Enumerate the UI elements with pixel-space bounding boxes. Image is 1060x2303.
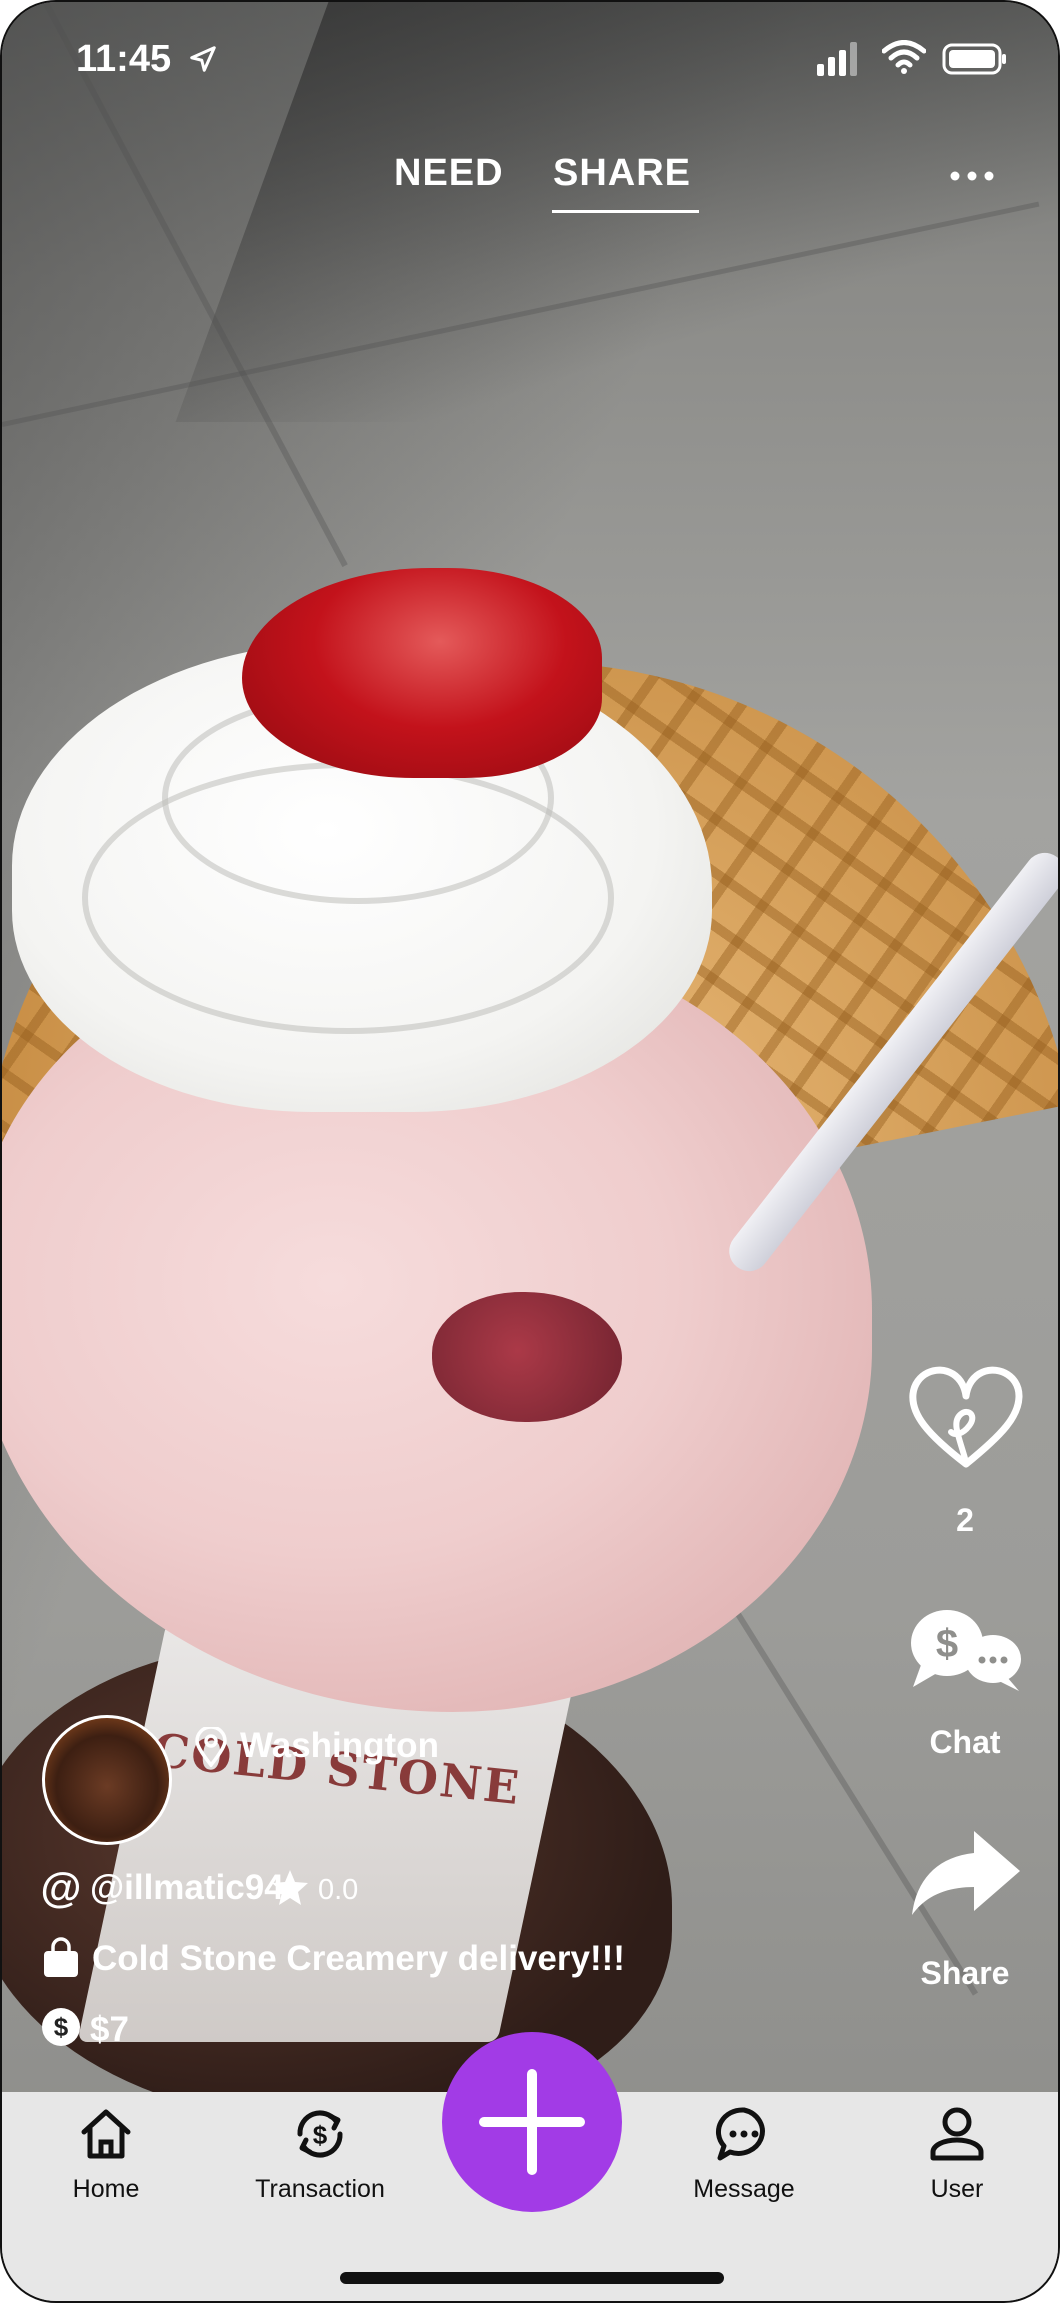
wifi-icon: [882, 40, 926, 74]
message-icon: [715, 2107, 765, 2161]
post-location: Washington: [240, 1726, 439, 1765]
nav-user[interactable]: User: [887, 2104, 1027, 2204]
nav-message[interactable]: Message: [674, 2104, 814, 2204]
transaction-icon: $: [297, 2110, 343, 2158]
location-arrow-icon: [190, 46, 216, 72]
nav-home[interactable]: Home: [36, 2104, 176, 2204]
heart-icon[interactable]: [907, 1362, 1025, 1472]
battery-icon: [942, 43, 1006, 75]
home-indicator[interactable]: [340, 2272, 724, 2284]
svg-text:$: $: [936, 1622, 958, 1666]
more-icon[interactable]: [947, 162, 997, 190]
user-rating: 0.0: [318, 1874, 359, 1906]
like-count: 2: [956, 1502, 974, 1538]
star-icon: [272, 1870, 308, 1905]
cherry-syrup: [242, 568, 602, 778]
svg-text:$: $: [313, 2120, 328, 2150]
active-tab-indicator: [552, 210, 699, 213]
bag-icon: [44, 1937, 78, 1977]
post-price: $7: [90, 2010, 129, 2049]
at-icon: @: [41, 1868, 82, 1910]
add-post-button[interactable]: [442, 2032, 622, 2212]
home-icon: [81, 2109, 131, 2159]
chat-dollar-icon[interactable]: $: [907, 1607, 1025, 1695]
nav-message-label: Message: [693, 2175, 795, 2203]
nav-home-label: Home: [72, 2175, 140, 2203]
nav-transaction[interactable]: $ Transaction: [250, 2104, 390, 2204]
chat-label[interactable]: Chat: [905, 1724, 1025, 1761]
share-label[interactable]: Share: [905, 1955, 1025, 1992]
post-username[interactable]: @illmatic94: [90, 1868, 284, 1908]
svg-text:$: $: [54, 2012, 69, 2042]
nav-transaction-label: Transaction: [255, 2175, 385, 2203]
dollar-coin-icon: $: [42, 2008, 80, 2046]
plus-icon: [479, 2069, 585, 2175]
phone-frame: COLD STONE 11:45 NEED SHARE 2 $ Chat Sha…: [0, 0, 1060, 2303]
tab-share[interactable]: SHARE: [553, 152, 691, 195]
signal-icon: [817, 42, 857, 76]
post-title: Cold Stone Creamery delivery!!!: [92, 1939, 625, 1978]
status-bar: 11:45: [2, 2, 1058, 122]
user-icon: [930, 2107, 984, 2161]
strawberry-chunk: [432, 1292, 622, 1422]
status-time: 11:45: [76, 38, 172, 80]
share-arrow-icon[interactable]: [910, 1827, 1022, 1919]
location-pin-icon: [195, 1727, 227, 1767]
nav-user-label: User: [930, 2175, 984, 2203]
svg-text:@: @: [41, 1868, 82, 1910]
avatar[interactable]: [42, 1715, 172, 1845]
tab-need[interactable]: NEED: [394, 152, 504, 195]
